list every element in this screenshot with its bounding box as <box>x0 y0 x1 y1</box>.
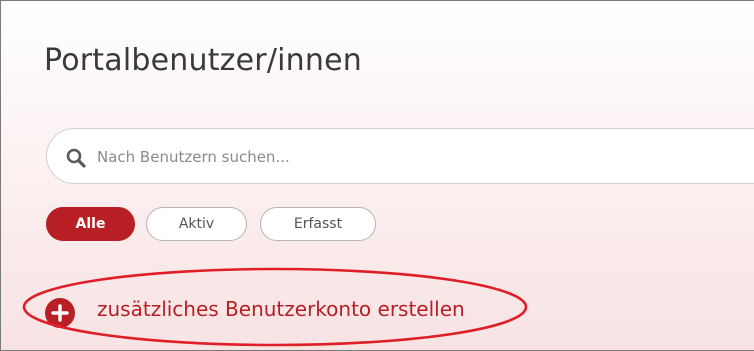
search-icon <box>66 148 86 168</box>
portal-users-panel: Portalbenutzer/innen Alle Aktiv Erfasst … <box>0 0 754 351</box>
search-box[interactable] <box>46 128 754 184</box>
search-input[interactable] <box>97 143 697 171</box>
filter-chip-alle[interactable]: Alle <box>46 207 135 241</box>
plus-circle-icon <box>45 298 75 328</box>
filter-chip-erfasst[interactable]: Erfasst <box>260 207 376 241</box>
filter-chip-aktiv[interactable]: Aktiv <box>146 207 247 241</box>
page-title: Portalbenutzer/innen <box>44 43 362 78</box>
create-account-label: zusätzliches Benutzerkonto erstellen <box>97 297 465 321</box>
